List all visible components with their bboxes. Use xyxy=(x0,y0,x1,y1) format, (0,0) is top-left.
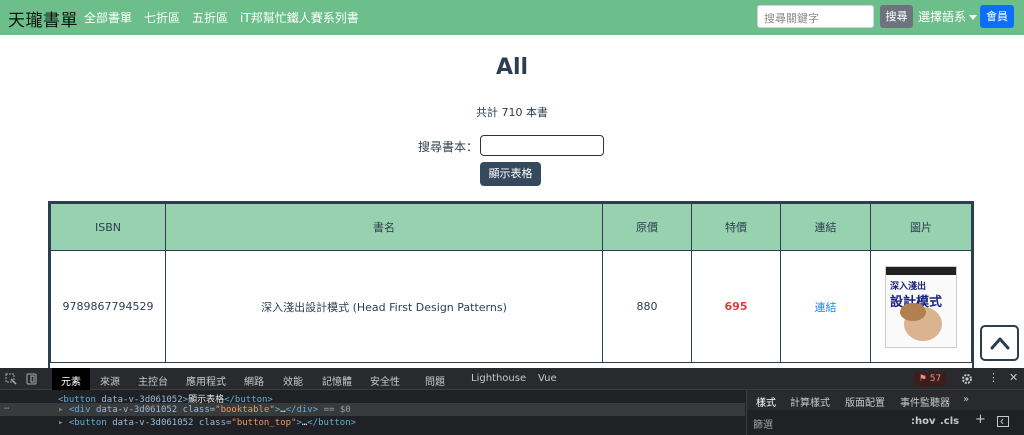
node-class-value: "booktable" xyxy=(215,405,275,415)
devtools-panel: 元素 來源 主控台 應用程式 網路 效能 記憶體 安全性 問題 Lighthou… xyxy=(0,368,1024,435)
tab-performance[interactable]: 效能 xyxy=(283,373,303,388)
node-end-tag: </div> xyxy=(285,405,319,415)
close-icon[interactable]: ✕ xyxy=(1009,371,1018,384)
dom-node-button[interactable]: <button data-v-3d061052>顯示表格</button> xyxy=(58,392,273,405)
gear-icon[interactable] xyxy=(961,373,973,385)
node-selected-marker: == $0 xyxy=(323,405,351,415)
node-end-tag: </button> xyxy=(224,395,273,405)
issues-count: 57 xyxy=(929,374,942,384)
tab-elements[interactable]: 元素 xyxy=(61,373,81,388)
cls-toggle[interactable]: .cls xyxy=(940,416,959,427)
node-class-value: "button_top" xyxy=(231,418,297,428)
tab-event-listeners[interactable]: 事件監聽器 xyxy=(900,394,950,409)
node-attr: data-v-3d061052 xyxy=(101,395,183,405)
header-link: 連結 xyxy=(780,203,871,251)
tab-layout[interactable]: 版面配置 xyxy=(845,394,885,409)
cell-link: 連結 xyxy=(780,250,871,363)
dom-node-button-top[interactable]: ▸ <button data-v-3d061052 class="button_… xyxy=(58,418,356,428)
styles-pane: 樣式 計算樣式 版面配置 事件監聽器 » 篩選 :hov .cls + xyxy=(746,390,1024,435)
search-button[interactable]: 搜尋 xyxy=(880,5,913,28)
styles-tabbar: 樣式 計算樣式 版面配置 事件監聽器 » xyxy=(747,390,1024,410)
header-image: 圖片 xyxy=(870,203,972,251)
tab-vue[interactable]: Vue xyxy=(538,373,557,384)
show-table-button[interactable]: 顯示表格 xyxy=(480,162,541,186)
nav-link-50-off[interactable]: 五折區 xyxy=(192,9,228,26)
device-toggle-icon[interactable] xyxy=(26,373,38,385)
cell-special-price: 695 xyxy=(691,250,781,363)
hov-toggle[interactable]: :hov xyxy=(911,416,936,427)
expand-triangle-icon[interactable]: ▸ xyxy=(58,418,63,428)
tab-styles[interactable]: 樣式 xyxy=(756,394,776,409)
nav-links: 全部書單 七折區 五折區 iT邦幫忙鐵人賽系列書 xyxy=(84,9,371,26)
more-tabs-icon[interactable]: » xyxy=(963,394,969,405)
book-table: ISBN 書名 原價 特價 連結 圖片 9789867794529 深入淺出設計… xyxy=(48,201,974,371)
dom-node-booktable[interactable]: ▸ <div data-v-3d061052 class="booktable"… xyxy=(58,405,351,415)
tab-issues[interactable]: 問題 xyxy=(425,373,445,388)
node-attr: data-v-3d061052 xyxy=(112,418,194,428)
toggle-sidebar-icon[interactable] xyxy=(997,416,1009,427)
page-title: All xyxy=(495,55,529,80)
node-class-attr: class= xyxy=(198,418,232,428)
scroll-to-top-button[interactable] xyxy=(980,325,1019,361)
tab-computed[interactable]: 計算樣式 xyxy=(790,394,830,409)
tab-console[interactable]: 主控台 xyxy=(138,373,168,388)
keyword-search-input[interactable]: 搜尋關鍵字 xyxy=(757,5,874,28)
cover-top-band xyxy=(886,266,956,275)
book-link[interactable]: 連結 xyxy=(815,301,837,314)
cell-isbn: 9789867794529 xyxy=(50,250,166,363)
node-attr: data-v-3d061052 xyxy=(95,405,178,415)
ellipsis-icon: ⋯ xyxy=(4,404,10,414)
flag-icon: ⚑ xyxy=(918,374,927,384)
cell-title: 深入淺出設計模式 (Head First Design Patterns) xyxy=(165,250,603,363)
cover-hair xyxy=(900,302,926,321)
header-price: 原價 xyxy=(602,203,692,251)
table-header-row: ISBN 書名 原價 特價 連結 圖片 xyxy=(50,203,972,251)
tab-application[interactable]: 應用程式 xyxy=(186,373,226,388)
book-search-input[interactable] xyxy=(480,135,604,156)
header-title: 書名 xyxy=(165,203,603,251)
nav-link-ithome-series[interactable]: iT邦幫忙鐵人賽系列書 xyxy=(240,9,359,26)
site-brand[interactable]: 天瓏書單 xyxy=(8,6,78,31)
caret-down-icon xyxy=(969,15,978,20)
node-open-tag: <button xyxy=(58,395,96,405)
add-rule-icon[interactable]: + xyxy=(975,412,986,427)
nav-link-all-books[interactable]: 全部書單 xyxy=(84,9,132,26)
cell-price: 880 xyxy=(602,250,692,363)
tab-network[interactable]: 網路 xyxy=(244,373,264,388)
header-isbn: ISBN xyxy=(50,203,166,251)
issues-badge[interactable]: ⚑ 57 xyxy=(914,372,946,386)
tab-security[interactable]: 安全性 xyxy=(370,373,400,388)
styles-filter[interactable]: 篩選 xyxy=(753,416,773,431)
book-count: 共計 710 本書 xyxy=(476,106,548,119)
cell-image: 深入淺出 設計模式 xyxy=(870,250,972,363)
node-open-tag: <div xyxy=(68,405,91,415)
chevron-up-icon xyxy=(990,337,1009,350)
tab-memory[interactable]: 記憶體 xyxy=(322,373,352,388)
language-dropdown[interactable]: 選擇語系 xyxy=(918,8,978,25)
book-cover-image[interactable]: 深入淺出 設計模式 xyxy=(885,265,957,348)
more-options-icon[interactable]: ⋮ xyxy=(988,371,999,384)
table-row: 9789867794529 深入淺出設計模式 (Head First Desig… xyxy=(50,250,972,363)
tab-sources[interactable]: 來源 xyxy=(100,373,120,388)
member-button[interactable]: 會員 xyxy=(980,5,1014,28)
devtools-tabbar: 元素 來源 主控台 應用程式 網路 效能 記憶體 安全性 問題 Lighthou… xyxy=(0,368,1024,390)
nav-link-30-off[interactable]: 七折區 xyxy=(144,9,180,26)
tab-lighthouse[interactable]: Lighthouse xyxy=(471,373,526,384)
node-class-attr: class= xyxy=(182,405,216,415)
node-end-tag: </button> xyxy=(307,418,357,428)
inspect-element-icon[interactable] xyxy=(5,373,17,385)
language-label: 選擇語系 xyxy=(918,10,967,24)
node-open-tag: <button xyxy=(68,418,107,428)
book-search-label: 搜尋書本： xyxy=(418,140,479,154)
node-text: 顯示表格 xyxy=(188,395,225,405)
elements-tree: ⋯ <button data-v-3d061052>顯示表格</button> … xyxy=(0,390,745,435)
header-special-price: 特價 xyxy=(691,203,781,251)
expand-triangle-icon[interactable]: ▸ xyxy=(58,405,63,415)
top-navbar: 天瓏書單 全部書單 七折區 五折區 iT邦幫忙鐵人賽系列書 搜尋關鍵字 搜尋 選… xyxy=(0,0,1024,35)
